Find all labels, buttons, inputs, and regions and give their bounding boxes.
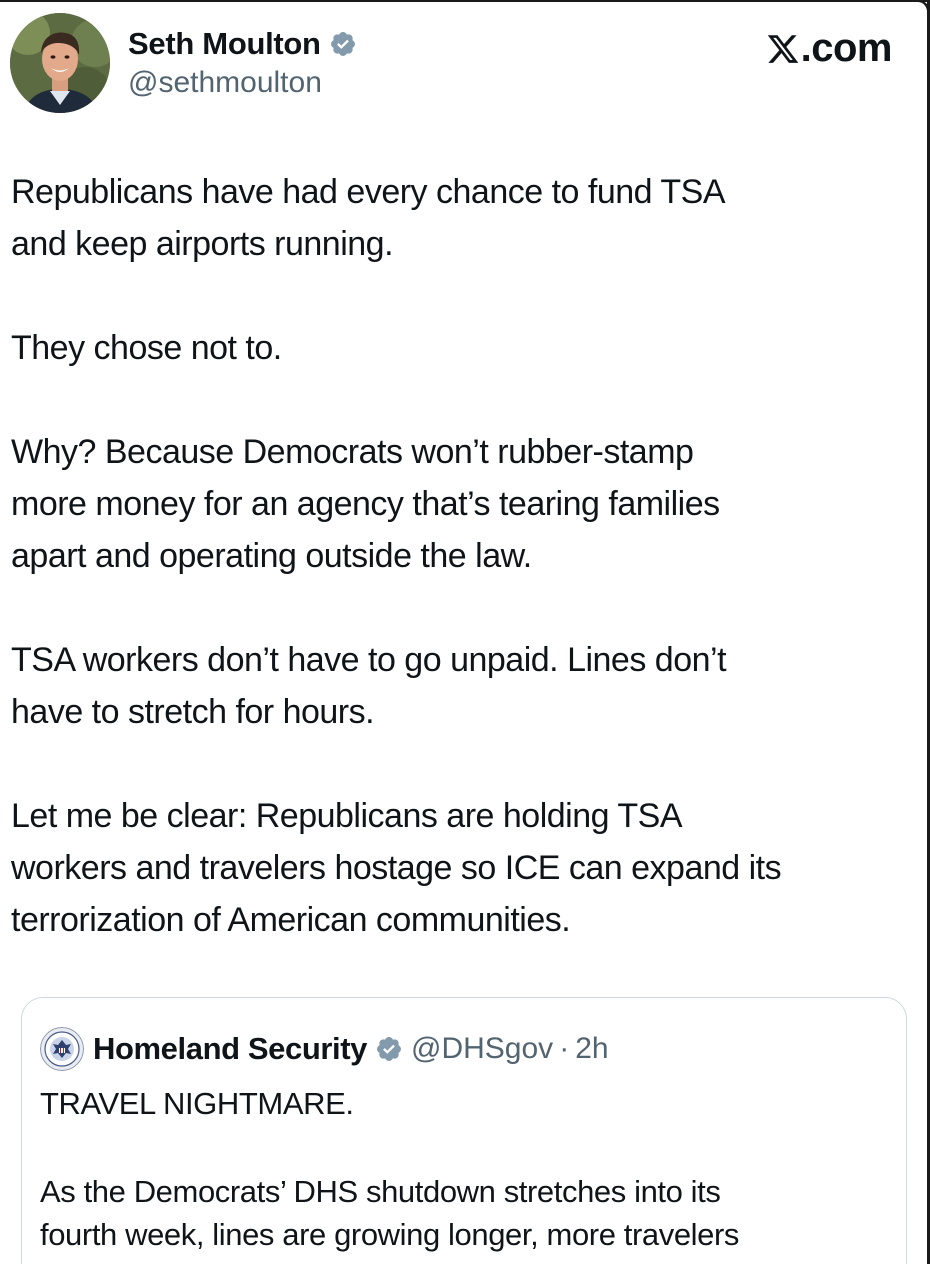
dhs-seal-icon[interactable] bbox=[40, 1027, 84, 1071]
verified-badge-icon bbox=[377, 1037, 401, 1061]
tweet-paragraph: Why? Because Democrats won’t rubber-stam… bbox=[11, 433, 720, 575]
screenshot-frame: Seth Moulton @sethmoulton .com Republica… bbox=[0, 0, 930, 1264]
author-display-name[interactable]: Seth Moulton bbox=[128, 26, 321, 62]
quoted-paragraph: TRAVEL NIGHTMARE. bbox=[40, 1086, 354, 1121]
quoted-handle[interactable]: @DHSgov bbox=[411, 1032, 553, 1066]
quoted-tweet-card[interactable]: Homeland Security @DHSgov · 2h TRAVEL NI… bbox=[21, 997, 907, 1264]
tweet-paragraph: Republicans have had every chance to fun… bbox=[11, 173, 726, 263]
author-avatar[interactable] bbox=[10, 13, 110, 113]
tweet-paragraph: TSA workers don’t have to go unpaid. Lin… bbox=[11, 641, 727, 731]
verified-badge-icon bbox=[330, 32, 355, 56]
brand-watermark: .com bbox=[766, 26, 893, 71]
tweet-paragraph: Let me be clear: Republicans are holding… bbox=[11, 797, 782, 939]
quoted-tweet-text: TRAVEL NIGHTMARE. As the Democrats’ DHS … bbox=[40, 1082, 890, 1264]
tweet-paragraph: They chose not to. bbox=[11, 329, 282, 367]
quoted-tweet-header: Homeland Security @DHSgov · 2h bbox=[40, 1026, 609, 1072]
frame-edge bbox=[0, 0, 930, 2]
author-name-row[interactable]: Seth Moulton bbox=[128, 24, 357, 64]
author-handle[interactable]: @sethmoulton bbox=[128, 66, 322, 100]
brand-label: .com bbox=[800, 26, 893, 70]
x-logo-icon bbox=[767, 34, 798, 63]
quoted-timestamp[interactable]: 2h bbox=[575, 1032, 608, 1066]
tweet-text: Republicans have had every chance to fun… bbox=[11, 166, 916, 998]
quoted-paragraph: As the Democrats’ DHS shutdown stretches… bbox=[40, 1174, 740, 1252]
quoted-display-name[interactable]: Homeland Security bbox=[93, 1031, 367, 1067]
profile-photo-icon bbox=[10, 13, 110, 113]
meta-separator: · bbox=[559, 1032, 570, 1065]
